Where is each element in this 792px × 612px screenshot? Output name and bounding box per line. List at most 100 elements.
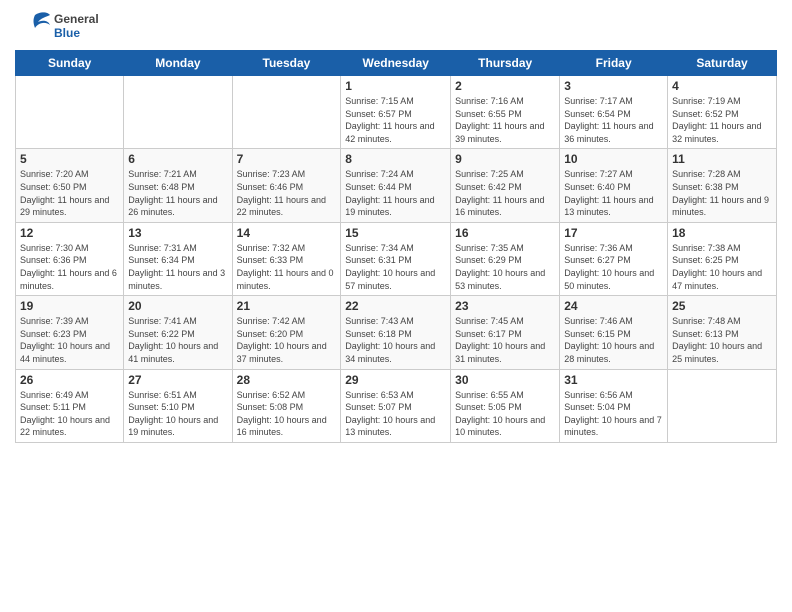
calendar-cell: 16 Sunrise: 7:35 AM Sunset: 6:29 PM Dayli… <box>451 222 560 295</box>
header-day-sunday: Sunday <box>16 51 124 76</box>
day-number: 13 <box>128 226 227 240</box>
calendar-cell: 2 Sunrise: 7:16 AM Sunset: 6:55 PM Daylig… <box>451 76 560 149</box>
day-number: 14 <box>237 226 337 240</box>
day-info: Sunrise: 7:16 AM Sunset: 6:55 PM Dayligh… <box>455 95 555 145</box>
calendar-cell: 3Sunrise: 7:17 AM Sunset: 6:54 PM Daylig… <box>560 76 668 149</box>
day-number: 1 <box>345 79 446 93</box>
day-number: 18 <box>672 226 772 240</box>
calendar-cell: 24Sunrise: 7:46 AM Sunset: 6:15 PM Dayli… <box>560 296 668 369</box>
day-number: 5 <box>20 152 119 166</box>
header-day-saturday: Saturday <box>668 51 777 76</box>
day-info: Sunrise: 7:31 AM Sunset: 6:34 PM Dayligh… <box>128 242 227 292</box>
day-number: 22 <box>345 299 446 313</box>
calendar-cell: 31Sunrise: 6:56 AM Sunset: 5:04 PM Dayli… <box>560 369 668 442</box>
day-info: Sunrise: 7:32 AM Sunset: 6:33 PM Dayligh… <box>237 242 337 292</box>
calendar-cell: 30 Sunrise: 6:55 AM Sunset: 5:05 PM Dayli… <box>451 369 560 442</box>
day-number: 4 <box>672 79 772 93</box>
calendar-week-row: 5 Sunrise: 7:20 AM Sunset: 6:50 PM Daylig… <box>16 149 777 222</box>
day-info: Sunrise: 7:17 AM Sunset: 6:54 PM Dayligh… <box>564 95 663 145</box>
logo-general: General <box>54 12 99 26</box>
calendar-cell: 8 Sunrise: 7:24 AM Sunset: 6:44 PM Daylig… <box>341 149 451 222</box>
day-number: 8 <box>345 152 446 166</box>
day-number: 7 <box>237 152 337 166</box>
header-day-friday: Friday <box>560 51 668 76</box>
day-number: 26 <box>20 373 119 387</box>
day-info: Sunrise: 7:38 AM Sunset: 6:25 PM Dayligh… <box>672 242 772 292</box>
calendar-cell: 5 Sunrise: 7:20 AM Sunset: 6:50 PM Daylig… <box>16 149 124 222</box>
calendar-cell: 1 Sunrise: 7:15 AM Sunset: 6:57 PM Daylig… <box>341 76 451 149</box>
day-info: Sunrise: 7:24 AM Sunset: 6:44 PM Dayligh… <box>345 168 446 218</box>
day-info: Sunrise: 7:36 AM Sunset: 6:27 PM Dayligh… <box>564 242 663 292</box>
day-info: Sunrise: 7:15 AM Sunset: 6:57 PM Dayligh… <box>345 95 446 145</box>
day-info: Sunrise: 6:55 AM Sunset: 5:05 PM Dayligh… <box>455 389 555 439</box>
logo: GeneralBlue <box>15 10 99 42</box>
calendar-week-row: 19Sunrise: 7:39 AM Sunset: 6:23 PM Dayli… <box>16 296 777 369</box>
day-info: Sunrise: 7:46 AM Sunset: 6:15 PM Dayligh… <box>564 315 663 365</box>
calendar-cell: 20 Sunrise: 7:41 AM Sunset: 6:22 PM Dayli… <box>124 296 232 369</box>
calendar-week-row: 1 Sunrise: 7:15 AM Sunset: 6:57 PM Daylig… <box>16 76 777 149</box>
calendar-cell <box>668 369 777 442</box>
header-day-wednesday: Wednesday <box>341 51 451 76</box>
day-info: Sunrise: 7:27 AM Sunset: 6:40 PM Dayligh… <box>564 168 663 218</box>
day-info: Sunrise: 6:49 AM Sunset: 5:11 PM Dayligh… <box>20 389 119 439</box>
day-number: 25 <box>672 299 772 313</box>
calendar-cell: 7 Sunrise: 7:23 AM Sunset: 6:46 PM Daylig… <box>232 149 341 222</box>
day-info: Sunrise: 6:52 AM Sunset: 5:08 PM Dayligh… <box>237 389 337 439</box>
calendar-cell: 11 Sunrise: 7:28 AM Sunset: 6:38 PM Dayli… <box>668 149 777 222</box>
calendar-cell: 4 Sunrise: 7:19 AM Sunset: 6:52 PM Daylig… <box>668 76 777 149</box>
calendar-week-row: 26 Sunrise: 6:49 AM Sunset: 5:11 PM Dayli… <box>16 369 777 442</box>
day-number: 20 <box>128 299 227 313</box>
calendar-cell: 29 Sunrise: 6:53 AM Sunset: 5:07 PM Dayli… <box>341 369 451 442</box>
calendar-cell: 25 Sunrise: 7:48 AM Sunset: 6:13 PM Dayli… <box>668 296 777 369</box>
day-number: 15 <box>345 226 446 240</box>
day-number: 30 <box>455 373 555 387</box>
calendar-cell <box>232 76 341 149</box>
day-info: Sunrise: 7:48 AM Sunset: 6:13 PM Dayligh… <box>672 315 772 365</box>
day-info: Sunrise: 7:42 AM Sunset: 6:20 PM Dayligh… <box>237 315 337 365</box>
calendar-cell: 28 Sunrise: 6:52 AM Sunset: 5:08 PM Dayli… <box>232 369 341 442</box>
calendar-cell: 21 Sunrise: 7:42 AM Sunset: 6:20 PM Dayli… <box>232 296 341 369</box>
calendar-cell <box>16 76 124 149</box>
day-info: Sunrise: 7:19 AM Sunset: 6:52 PM Dayligh… <box>672 95 772 145</box>
day-number: 21 <box>237 299 337 313</box>
calendar-cell: 15 Sunrise: 7:34 AM Sunset: 6:31 PM Dayli… <box>341 222 451 295</box>
calendar-cell: 22 Sunrise: 7:43 AM Sunset: 6:18 PM Dayli… <box>341 296 451 369</box>
calendar-cell: 26 Sunrise: 6:49 AM Sunset: 5:11 PM Dayli… <box>16 369 124 442</box>
day-info: Sunrise: 7:34 AM Sunset: 6:31 PM Dayligh… <box>345 242 446 292</box>
day-number: 17 <box>564 226 663 240</box>
day-info: Sunrise: 7:41 AM Sunset: 6:22 PM Dayligh… <box>128 315 227 365</box>
day-number: 9 <box>455 152 555 166</box>
day-number: 23 <box>455 299 555 313</box>
day-number: 28 <box>237 373 337 387</box>
calendar-cell: 9Sunrise: 7:25 AM Sunset: 6:42 PM Daylig… <box>451 149 560 222</box>
header-day-tuesday: Tuesday <box>232 51 341 76</box>
calendar-cell: 17 Sunrise: 7:36 AM Sunset: 6:27 PM Dayli… <box>560 222 668 295</box>
day-info: Sunrise: 7:28 AM Sunset: 6:38 PM Dayligh… <box>672 168 772 218</box>
day-info: Sunrise: 7:45 AM Sunset: 6:17 PM Dayligh… <box>455 315 555 365</box>
day-info: Sunrise: 7:23 AM Sunset: 6:46 PM Dayligh… <box>237 168 337 218</box>
calendar-cell: 14 Sunrise: 7:32 AM Sunset: 6:33 PM Dayli… <box>232 222 341 295</box>
day-info: Sunrise: 7:20 AM Sunset: 6:50 PM Dayligh… <box>20 168 119 218</box>
calendar: SundayMondayTuesdayWednesdayThursdayFrid… <box>15 50 777 443</box>
day-number: 16 <box>455 226 555 240</box>
day-info: Sunrise: 7:21 AM Sunset: 6:48 PM Dayligh… <box>128 168 227 218</box>
day-info: Sunrise: 6:53 AM Sunset: 5:07 PM Dayligh… <box>345 389 446 439</box>
day-info: Sunrise: 7:43 AM Sunset: 6:18 PM Dayligh… <box>345 315 446 365</box>
header-day-monday: Monday <box>124 51 232 76</box>
day-number: 29 <box>345 373 446 387</box>
day-number: 31 <box>564 373 663 387</box>
logo-blue: Blue <box>54 26 99 40</box>
calendar-cell <box>124 76 232 149</box>
calendar-week-row: 12Sunrise: 7:30 AM Sunset: 6:36 PM Dayli… <box>16 222 777 295</box>
day-number: 2 <box>455 79 555 93</box>
day-info: Sunrise: 7:30 AM Sunset: 6:36 PM Dayligh… <box>20 242 119 292</box>
calendar-cell: 10 Sunrise: 7:27 AM Sunset: 6:40 PM Dayli… <box>560 149 668 222</box>
calendar-cell: 27Sunrise: 6:51 AM Sunset: 5:10 PM Dayli… <box>124 369 232 442</box>
day-info: Sunrise: 7:35 AM Sunset: 6:29 PM Dayligh… <box>455 242 555 292</box>
calendar-cell: 6Sunrise: 7:21 AM Sunset: 6:48 PM Daylig… <box>124 149 232 222</box>
calendar-cell: 23 Sunrise: 7:45 AM Sunset: 6:17 PM Dayli… <box>451 296 560 369</box>
day-info: Sunrise: 6:51 AM Sunset: 5:10 PM Dayligh… <box>128 389 227 439</box>
day-number: 10 <box>564 152 663 166</box>
day-number: 11 <box>672 152 772 166</box>
day-number: 19 <box>20 299 119 313</box>
